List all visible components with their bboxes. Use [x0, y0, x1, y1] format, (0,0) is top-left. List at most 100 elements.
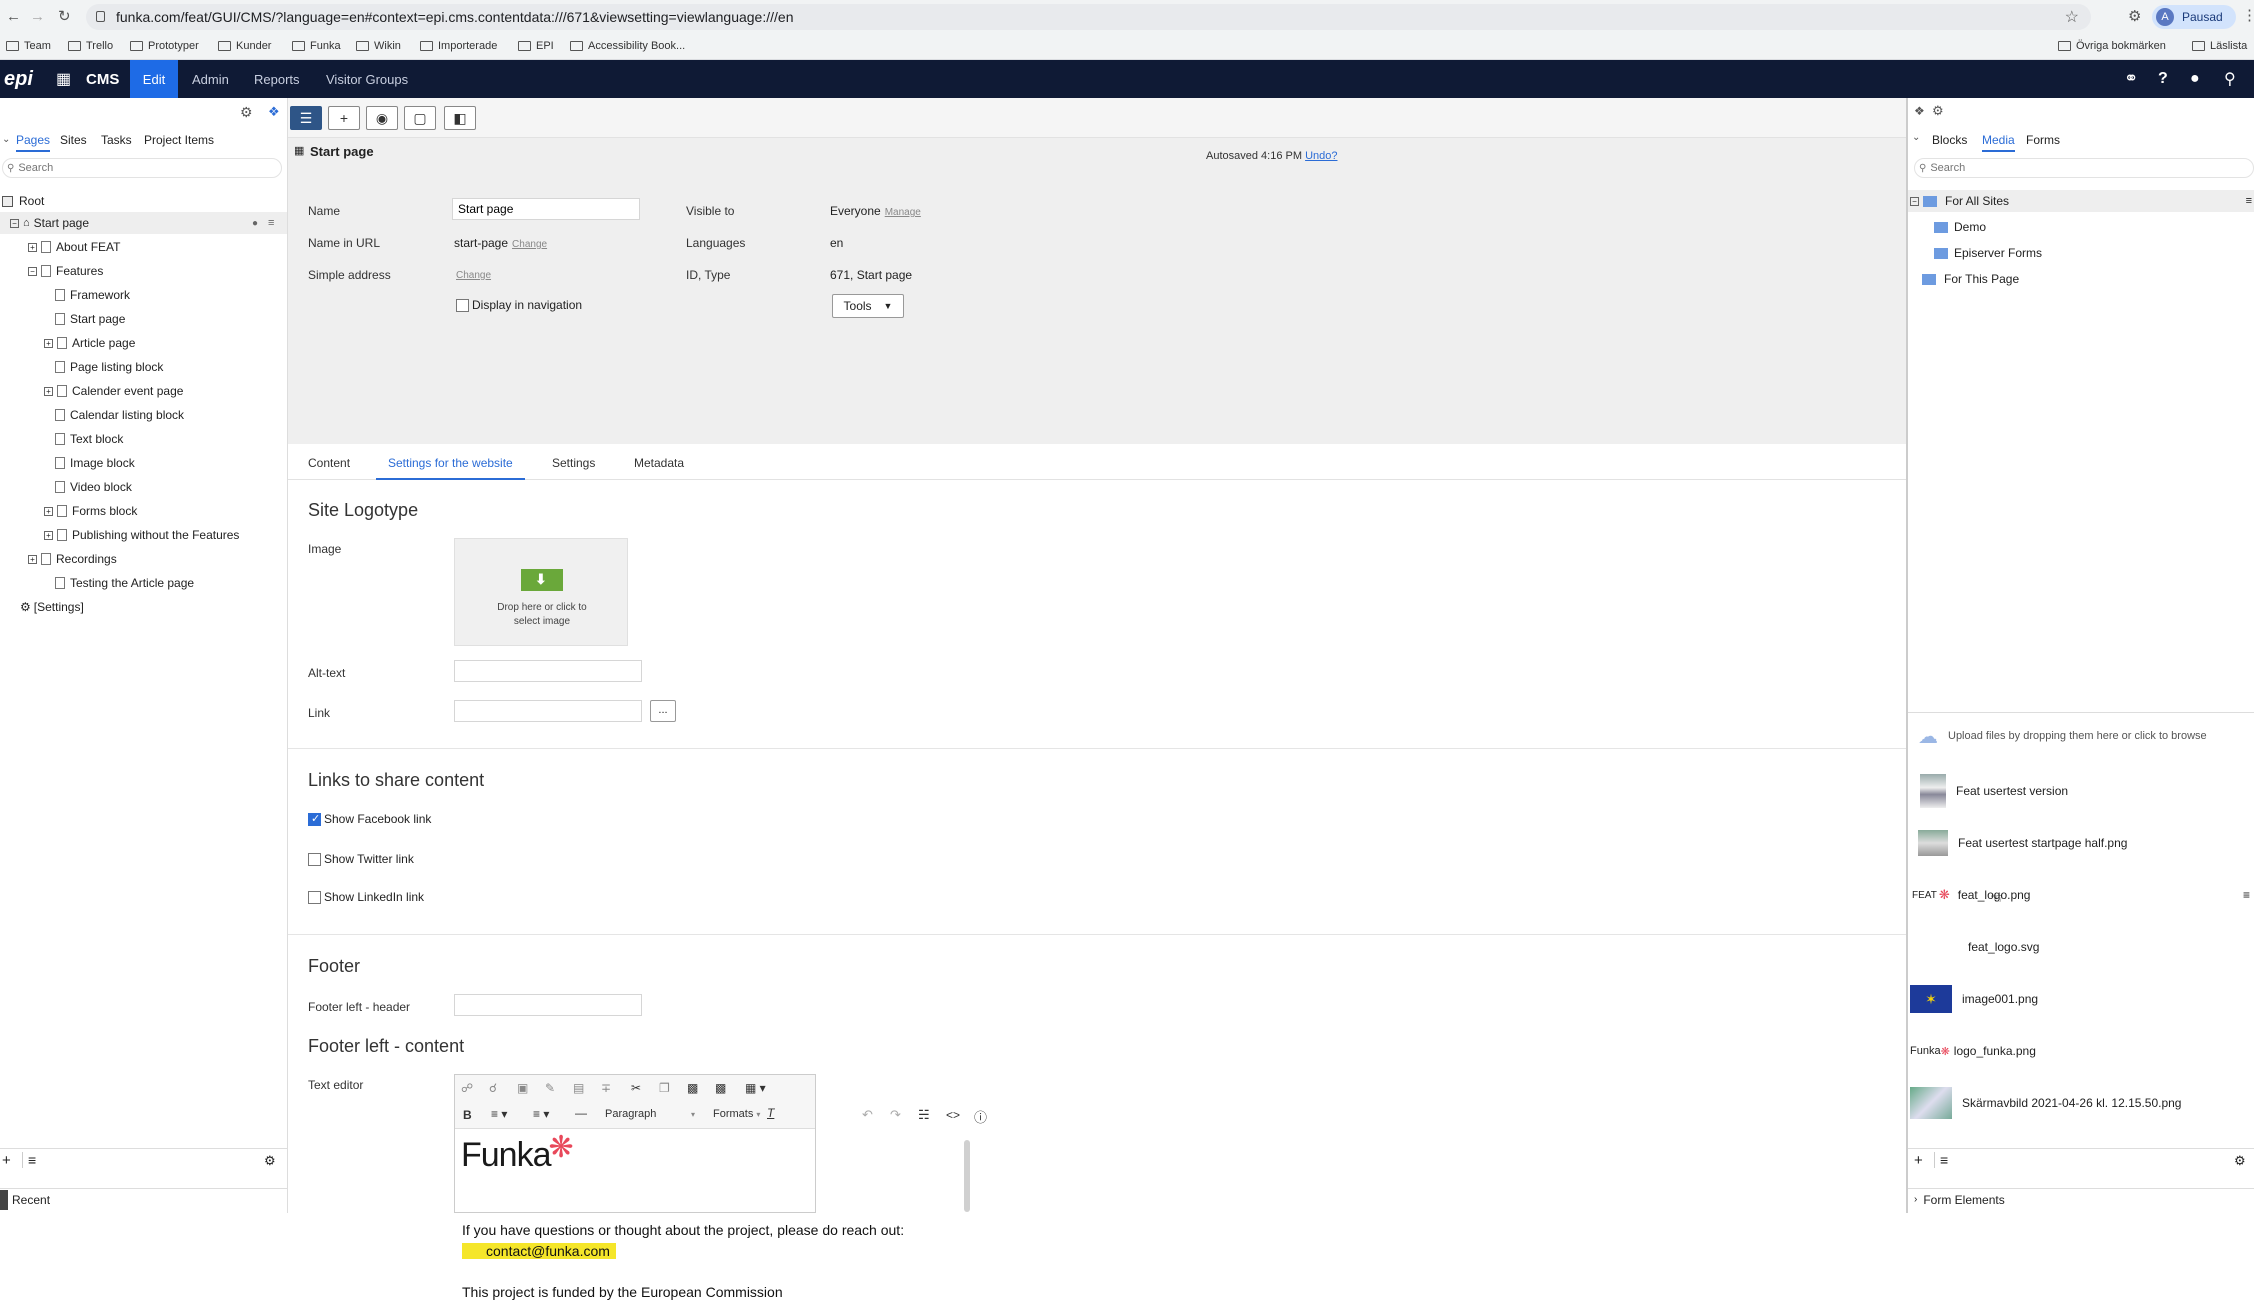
bookmark-accessibility[interactable]: Accessibility Book... [570, 40, 685, 52]
manage-link[interactable]: Manage [885, 207, 921, 218]
link-icon[interactable]: ☍ [461, 1081, 473, 1095]
display-in-navigation-checkbox[interactable]: Display in navigation [456, 298, 582, 312]
undo-icon[interactable]: ↶ [862, 1107, 873, 1123]
tab-media[interactable]: Media [1982, 133, 2015, 152]
editor-scrollbar[interactable] [964, 1140, 970, 1212]
context-menu-icon[interactable]: ≡ [2243, 888, 2250, 902]
address-bar[interactable]: funka.com/feat/GUI/CMS/?language=en#cont… [86, 4, 2091, 30]
pane-splitter[interactable] [1908, 712, 2254, 713]
block-icon[interactable]: ∓ [601, 1081, 611, 1095]
expand-icon[interactable]: + [44, 506, 53, 516]
media-item[interactable]: Feat usertest version [1908, 766, 2254, 816]
tree-item-features[interactable]: − Features [28, 260, 103, 282]
help-icon[interactable]: ⓘ [974, 1107, 987, 1126]
expand-icon[interactable]: + [44, 386, 53, 396]
tab-content[interactable]: Content [308, 456, 350, 470]
bookmark-funka[interactable]: Funka [292, 40, 341, 52]
editor-content[interactable]: Funka ❋ [455, 1130, 805, 1212]
media-search[interactable]: ⚲ [1914, 158, 2254, 178]
collapse-icon[interactable]: − [28, 266, 37, 276]
compare-button[interactable]: ◧ [444, 106, 476, 130]
folder-episerver-forms[interactable]: Episerver Forms [1934, 242, 2042, 264]
folder-demo[interactable]: Demo [1934, 216, 1986, 238]
link-browse-button[interactable]: ... [650, 700, 676, 722]
page-search-input[interactable] [18, 162, 269, 174]
form-elements-section[interactable]: › Form Elements [1908, 1188, 2254, 1210]
tree-item-about-feat[interactable]: + About FEAT [28, 236, 120, 258]
media-item[interactable]: Skärmavbild 2021-04-26 kl. 12.15.50.png [1908, 1078, 2254, 1128]
link-input[interactable] [454, 700, 642, 722]
unlink-icon[interactable]: ☌ [489, 1081, 497, 1095]
tree-item-testing-article[interactable]: Testing the Article page [55, 572, 194, 594]
pin-icon[interactable]: ❖ [268, 104, 280, 120]
bookmark-wikin[interactable]: Wikin [356, 40, 401, 52]
add-icon[interactable]: + [2, 1152, 11, 1169]
app-grid-icon[interactable]: ▦ [56, 60, 71, 98]
find-icon[interactable]: ☵ [918, 1107, 930, 1123]
nav-visitor-groups[interactable]: Visitor Groups [326, 60, 408, 98]
linkedin-checkbox[interactable]: Show LinkedIn link [308, 890, 424, 904]
profile-button[interactable]: A Pausad [2152, 5, 2236, 29]
collapse-icon[interactable]: − [1910, 196, 1919, 206]
tab-project-items[interactable]: Project Items [144, 133, 214, 147]
name-input[interactable] [452, 198, 640, 220]
settings-gear-icon[interactable]: ⚙ [2234, 1153, 2246, 1169]
tree-item-framework[interactable]: Framework [55, 284, 130, 306]
globe-icon[interactable]: ⚭ [2124, 60, 2138, 98]
change-url-link[interactable]: Change [512, 239, 547, 250]
help-icon[interactable]: ? [2158, 60, 2168, 98]
tree-item-image-block[interactable]: Image block [55, 452, 135, 474]
paste-text-icon[interactable]: ▩ [715, 1081, 726, 1095]
tools-dropdown[interactable]: Tools ▼ [832, 294, 904, 318]
expand-icon[interactable]: + [28, 242, 37, 252]
user-icon[interactable]: ● [2190, 60, 2200, 98]
tree-item-calender-event-page[interactable]: + Calender event page [44, 380, 183, 402]
page-tree-toggle-button[interactable]: ☰ [290, 106, 322, 130]
tab-metadata[interactable]: Metadata [634, 456, 684, 470]
horizontal-rule-icon[interactable]: — [575, 1106, 587, 1120]
copy-icon[interactable]: ❐ [659, 1081, 670, 1095]
list-menu-icon[interactable]: ≡ [1934, 1152, 1948, 1168]
formats-dropdown[interactable]: Formats ▾ [713, 1108, 760, 1120]
add-icon[interactable]: + [1914, 1152, 1923, 1169]
folder-for-all-sites[interactable]: − For All Sites ≡ [1908, 190, 2254, 212]
tab-pages[interactable]: Pages [16, 133, 51, 152]
nav-edit[interactable]: Edit [130, 60, 178, 98]
media-icon[interactable]: ▤ [573, 1081, 584, 1095]
tab-settings-for-website[interactable]: Settings for the website [376, 456, 525, 480]
bookmark-other[interactable]: Övriga bokmärken [2058, 40, 2166, 52]
collapse-chevron-icon[interactable]: ⌄ [1912, 132, 1920, 143]
tree-item-calendar-listing-block[interactable]: Calendar listing block [55, 404, 184, 426]
user-icon[interactable]: ● [252, 218, 258, 229]
image-dropzone[interactable]: ⬇ Drop here or click to select image [454, 538, 628, 646]
add-content-button[interactable]: + [328, 106, 360, 130]
forward-icon[interactable]: → [30, 8, 45, 25]
context-menu-icon[interactable]: ≡ [268, 217, 274, 229]
tree-item-page-listing-block[interactable]: Page listing block [55, 356, 163, 378]
page-search[interactable]: ⚲ [2, 158, 282, 178]
nav-reports[interactable]: Reports [254, 60, 300, 98]
change-simple-address-link[interactable]: Change [456, 270, 491, 281]
bookmark-kunder[interactable]: Kunder [218, 40, 271, 52]
preview-eye-button[interactable]: ◉ [366, 106, 398, 130]
media-item[interactable]: Funka ❋ logo_funka.png [1908, 1026, 2254, 1076]
bullet-list-icon[interactable]: ≡ ▾ [491, 1107, 507, 1121]
extensions-icon[interactable]: ⚙ [2128, 7, 2141, 25]
pin-icon[interactable]: ❖ [1914, 104, 1925, 118]
settings-gear-icon[interactable]: ⚙ [264, 1153, 276, 1169]
tree-item-video-block[interactable]: Video block [55, 476, 132, 498]
paragraph-dropdown[interactable]: Paragraph ▾ [605, 1108, 695, 1120]
source-code-icon[interactable]: <> [946, 1108, 960, 1122]
tab-blocks[interactable]: Blocks [1932, 133, 1967, 147]
bookmark-prototyper[interactable]: Prototyper [130, 40, 199, 52]
bookmark-importerade[interactable]: Importerade [420, 40, 497, 52]
settings-gear-icon[interactable]: ⚙ [1932, 103, 1944, 119]
bookmark-team[interactable]: Team [6, 40, 51, 52]
clear-format-icon[interactable]: T [767, 1106, 774, 1120]
expand-icon[interactable]: + [44, 338, 53, 348]
recent-section[interactable]: Recent [0, 1188, 287, 1210]
email-highlight[interactable]: contact@funka.com [462, 1243, 616, 1259]
epi-logo[interactable]: epi [4, 60, 33, 98]
folder-for-this-page[interactable]: For This Page [1922, 268, 2019, 290]
back-icon[interactable]: ← [6, 8, 21, 25]
